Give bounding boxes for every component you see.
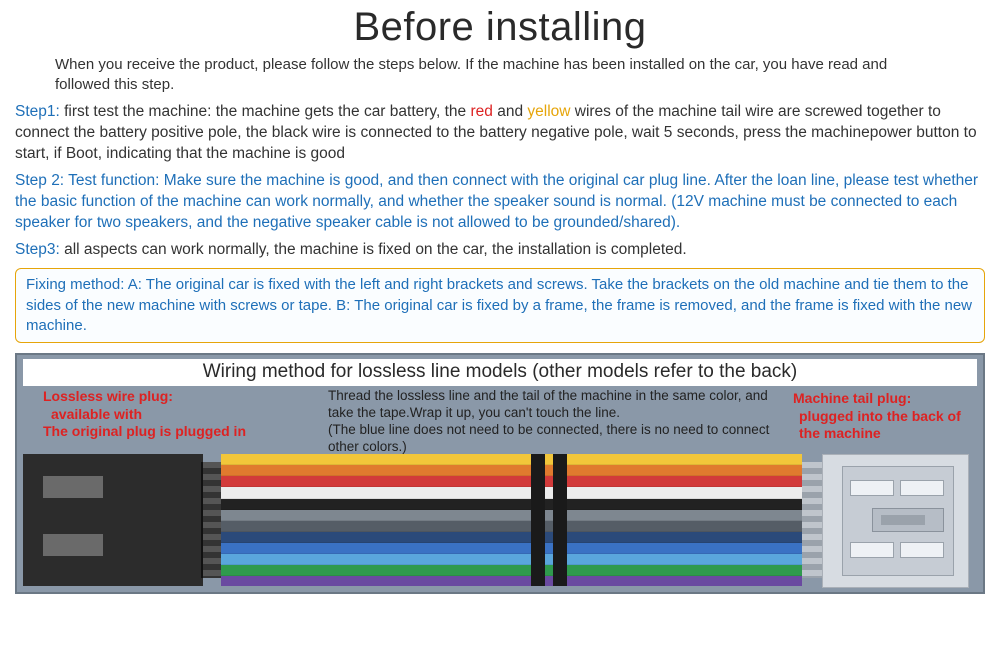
wiring-diagram [23, 454, 977, 586]
right-plug-hole [900, 480, 944, 496]
fixing-method-box: Fixing method: A: The original car is fi… [15, 268, 985, 343]
step-1-text-a: first test the machine: the machine gets… [60, 103, 471, 120]
step-2-label: Step 2: [15, 172, 64, 189]
right-plug-hole [850, 480, 894, 496]
left-plug-body [23, 454, 203, 586]
wire-white [221, 487, 802, 498]
wire-lblue [221, 554, 802, 565]
right-plug-hole [850, 542, 894, 558]
note-center-a: Thread the lossless line and the tail of… [328, 388, 768, 420]
step-1-text-b: and [493, 103, 527, 120]
note-right-b: plugged into the back of the machine [799, 408, 973, 443]
fixing-method-text: Fixing method: A: The original car is fi… [26, 276, 972, 334]
step-2-text: Test function: Make sure the machine is … [15, 172, 978, 231]
wire-dgray [221, 521, 802, 532]
wire-orange [221, 465, 802, 476]
step-1-label: Step1: [15, 103, 60, 120]
wiring-body: Lossless wire plug: available with The o… [23, 388, 977, 586]
wire-red [221, 476, 802, 487]
note-center: Thread the lossless line and the tail of… [328, 388, 788, 456]
step-3-text: all aspects can work normally, the machi… [60, 241, 687, 258]
wire-black [221, 499, 802, 510]
note-right-a: Machine tail plug: [793, 390, 973, 408]
wire-bundle [221, 454, 802, 586]
wire-blue [221, 543, 802, 554]
note-left-b: available with [51, 406, 323, 424]
right-plug-latch [872, 508, 944, 532]
step-3-label: Step3: [15, 241, 60, 258]
left-plug-slot [43, 534, 103, 556]
note-left: Lossless wire plug: available with The o… [43, 388, 323, 441]
step-3: Step3: all aspects can work normally, th… [15, 240, 985, 261]
note-right: Machine tail plug: plugged into the back… [793, 390, 973, 443]
right-plug-pins [802, 462, 824, 578]
wiring-title: Wiring method for lossless line models (… [23, 359, 977, 386]
tape-wrap [553, 454, 567, 586]
page-title: Before installing [15, 5, 985, 50]
left-plug-slot [43, 476, 103, 498]
right-plug-hole [900, 542, 944, 558]
wire-dblue [221, 532, 802, 543]
note-center-b: (The blue line does not need to be conne… [328, 422, 769, 454]
step-1: Step1: first test the machine: the machi… [15, 102, 985, 165]
left-plug [23, 454, 223, 586]
word-red: red [470, 103, 492, 120]
wire-gray [221, 510, 802, 521]
wire-purple [221, 576, 802, 586]
right-plug [802, 454, 977, 586]
word-yellow: yellow [527, 103, 570, 120]
note-left-c: The original plug is plugged in [43, 423, 323, 441]
note-left-a: Lossless wire plug: [43, 388, 323, 406]
tape-wrap [531, 454, 545, 586]
wire-yellow [221, 454, 802, 465]
wiring-panel: Wiring method for lossless line models (… [15, 353, 985, 594]
step-2: Step 2: Test function: Make sure the mac… [15, 171, 985, 234]
left-plug-pins [201, 462, 223, 578]
wire-green [221, 565, 802, 576]
intro-text: When you receive the product, please fol… [55, 55, 925, 94]
